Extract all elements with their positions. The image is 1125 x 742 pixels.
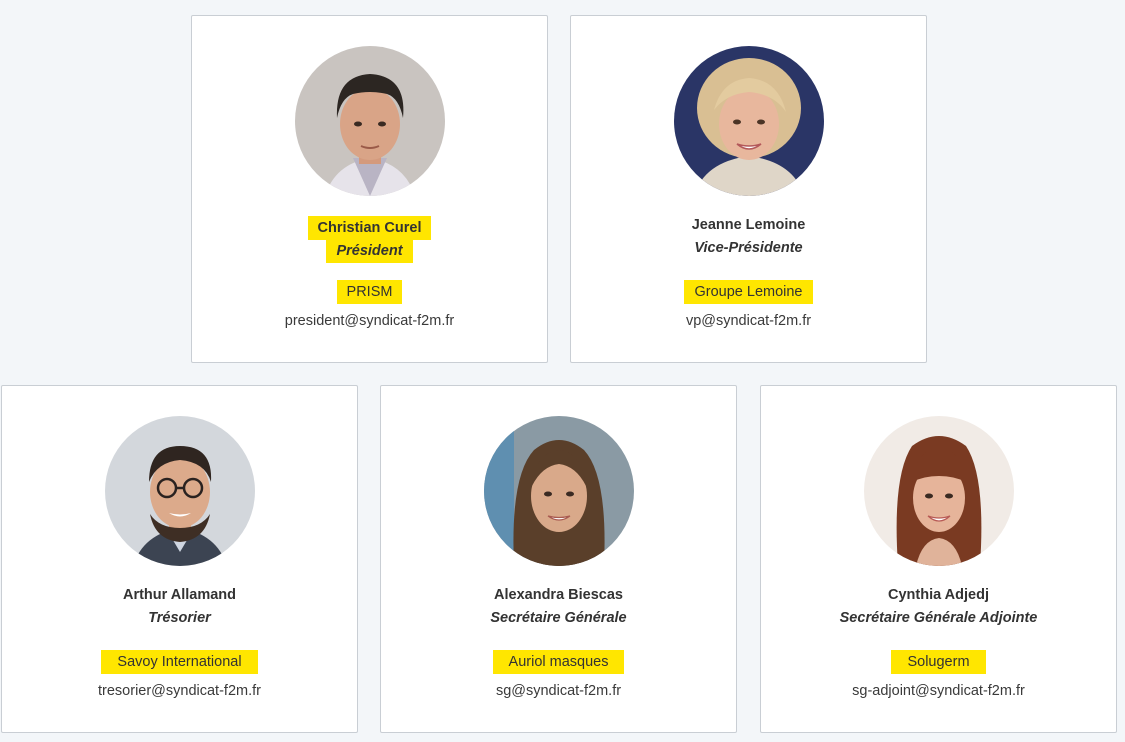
member-role: Trésorier [2,609,357,627]
member-photo [673,46,824,196]
member-role: Président [192,239,547,263]
member-card-jeanne-lemoine: Jeanne Lemoine Vice-Présidente Groupe Le… [570,15,927,363]
member-card-christian-curel: Christian Curel Président PRISM presiden… [191,15,548,363]
member-name: Alexandra Biescas [381,586,736,604]
member-role: Vice-Présidente [571,239,926,257]
company-badge: Savoy International [101,650,258,674]
member-name: Cynthia Adjedj [761,586,1116,604]
member-company: PRISM [192,280,547,304]
member-name: Arthur Allamand [2,586,357,604]
member-role: Secrétaire Générale Adjointe [761,609,1116,627]
member-name-text: Cynthia Adjedj [888,587,989,603]
member-card-alexandra-biescas: Alexandra Biescas Secrétaire Générale Au… [380,385,737,733]
member-photo [863,416,1014,566]
company-badge: Auriol masques [492,650,625,674]
member-role-text: Trésorier [148,610,211,626]
member-email[interactable]: sg@syndicat-f2m.fr [381,682,736,700]
member-role-text: Président [326,239,413,263]
member-company: Savoy International [2,650,357,674]
member-email[interactable]: tresorier@syndicat-f2m.fr [2,682,357,700]
member-role-text: Secrétaire Générale [490,610,627,626]
member-name-text: Jeanne Lemoine [691,217,806,233]
company-badge: PRISM [336,280,403,304]
member-company: Solugerm [761,650,1116,674]
company-badge: Groupe Lemoine [684,280,813,304]
member-email[interactable]: president@syndicat-f2m.fr [192,312,547,330]
member-role-text: Vice-Présidente [694,240,803,256]
company-badge: Solugerm [891,650,986,674]
member-name-text: Christian Curel [307,216,432,240]
member-role: Secrétaire Générale [381,609,736,627]
member-company: Groupe Lemoine [571,280,926,304]
member-name-text: Alexandra Biescas [494,587,623,603]
member-name: Jeanne Lemoine [571,216,926,234]
member-photo [104,416,255,566]
member-photo [294,46,445,196]
member-email[interactable]: sg-adjoint@syndicat-f2m.fr [761,682,1116,700]
member-card-cynthia-adjedj: Cynthia Adjedj Secrétaire Générale Adjoi… [760,385,1117,733]
member-company: Auriol masques [381,650,736,674]
member-photo [483,416,634,566]
member-name: Christian Curel [192,216,547,240]
member-email[interactable]: vp@syndicat-f2m.fr [571,312,926,330]
member-name-text: Arthur Allamand [122,587,237,603]
member-role-text: Secrétaire Générale Adjointe [839,610,1038,626]
member-card-arthur-allamand: Arthur Allamand Trésorier Savoy Internat… [1,385,358,733]
